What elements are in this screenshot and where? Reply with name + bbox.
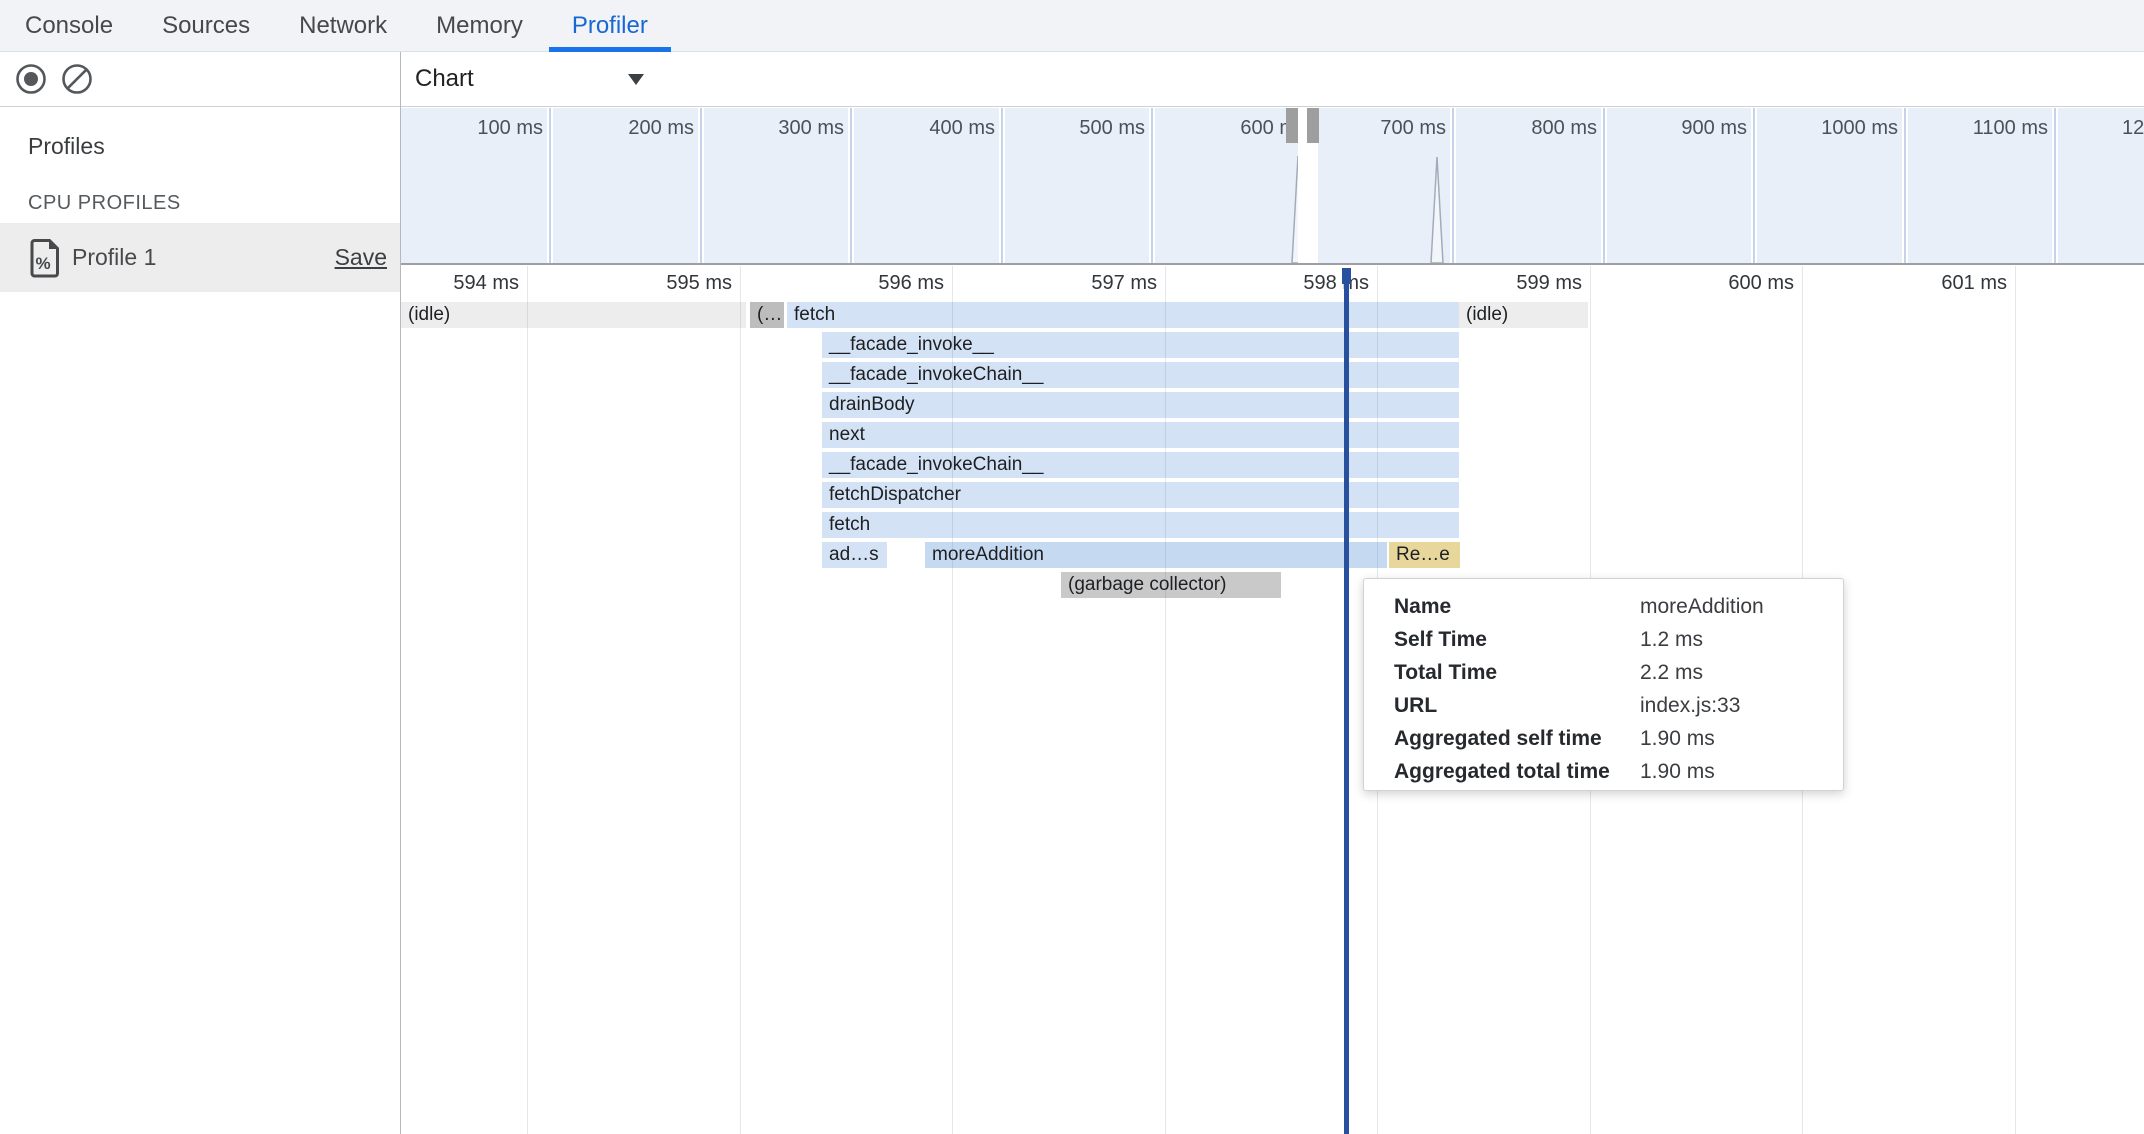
flame-frame-fetchdispatcher[interactable]: fetchDispatcher [822,482,1459,508]
save-profile-link[interactable]: Save [335,244,387,271]
tooltip-label: Aggregated self time [1364,727,1640,751]
ms-gridline [952,266,953,1134]
ruler-time-label: 595 ms [562,272,732,295]
profile-name: Profile 1 [72,244,156,271]
ruler-time-label: 599 ms [1412,272,1582,295]
flame-frame-fetch[interactable]: fetch [787,302,1459,328]
ruler-time-label: 594 ms [349,272,519,295]
tooltip-label: Self Time [1364,628,1640,652]
flame-frame-facade-invokechain[interactable]: __facade_invokeChain__ [822,452,1459,478]
ruler-time-label: 600 ms [1624,272,1794,295]
profile-list-item[interactable]: % Profile 1 Save [0,223,400,292]
flame-frame-moreaddition[interactable]: moreAddition [925,542,1387,568]
profile-document-icon: % [30,238,62,278]
flame-frame-truncated[interactable]: (… [750,302,784,328]
tooltip-label: URL [1364,694,1640,718]
ms-gridline [1165,266,1166,1134]
cpu-activity-spikes [401,108,2144,265]
frame-details-tooltip: Name moreAddition Self Time 1.2 ms Total… [1363,578,1844,791]
tooltip-value: moreAddition [1640,595,1764,619]
flame-frame-fetch[interactable]: fetch [822,512,1459,538]
tooltip-label: Aggregated total time [1364,760,1640,784]
flame-frame-next[interactable]: next [822,422,1459,448]
tooltip-value: 1.90 ms [1640,760,1715,784]
flame-chart-pane: 100 ms 200 ms 300 ms 400 ms 500 ms 600 m… [401,0,2144,1134]
tooltip-label: Total Time [1364,661,1640,685]
flame-frame-idle[interactable]: (idle) [401,302,746,328]
flame-frame-response-truncated[interactable]: Re…e [1389,542,1460,568]
tooltip-value: 2.2 ms [1640,661,1703,685]
cpu-profiles-section-label: CPU PROFILES [28,192,181,215]
flame-frame-facade-invoke[interactable]: __facade_invoke__ [822,332,1459,358]
ms-gridline [527,266,528,1134]
tooltip-label: Name [1364,595,1640,619]
overview-bottom-border [401,263,2144,265]
clear-profiles-button[interactable] [61,63,93,95]
flame-frame-garbage-collector[interactable]: (garbage collector) [1061,572,1281,598]
flame-frame-addition-truncated[interactable]: ad…s [822,542,887,568]
tab-network[interactable]: Network [276,0,410,51]
ms-gridline [740,266,741,1134]
tab-console[interactable]: Console [2,0,136,51]
tooltip-value: 1.2 ms [1640,628,1703,652]
svg-text:%: % [35,254,50,273]
selection-handle-right[interactable] [1307,108,1319,143]
devtools-profiler-panel: Console Sources Network Memory Profiler … [0,0,2144,1134]
ruler-time-label: 596 ms [774,272,944,295]
tooltip-value: 1.90 ms [1640,727,1715,751]
ms-gridline [2015,266,2016,1134]
time-marker-line[interactable] [1344,268,1349,1134]
flame-frame-drainbody[interactable]: drainBody [822,392,1459,418]
selection-handle-left[interactable] [1286,108,1298,143]
tab-sources[interactable]: Sources [139,0,273,51]
ruler-time-label: 601 ms [1837,272,2007,295]
record-profile-button[interactable] [15,63,47,95]
flame-frame-idle[interactable]: (idle) [1459,302,1588,328]
ruler-time-label: 597 ms [987,272,1157,295]
tooltip-value: index.js:33 [1640,694,1740,718]
profiles-heading: Profiles [28,133,105,160]
timeline-overview[interactable]: 100 ms 200 ms 300 ms 400 ms 500 ms 600 m… [401,108,2144,265]
flame-frame-facade-invokechain[interactable]: __facade_invokeChain__ [822,362,1459,388]
